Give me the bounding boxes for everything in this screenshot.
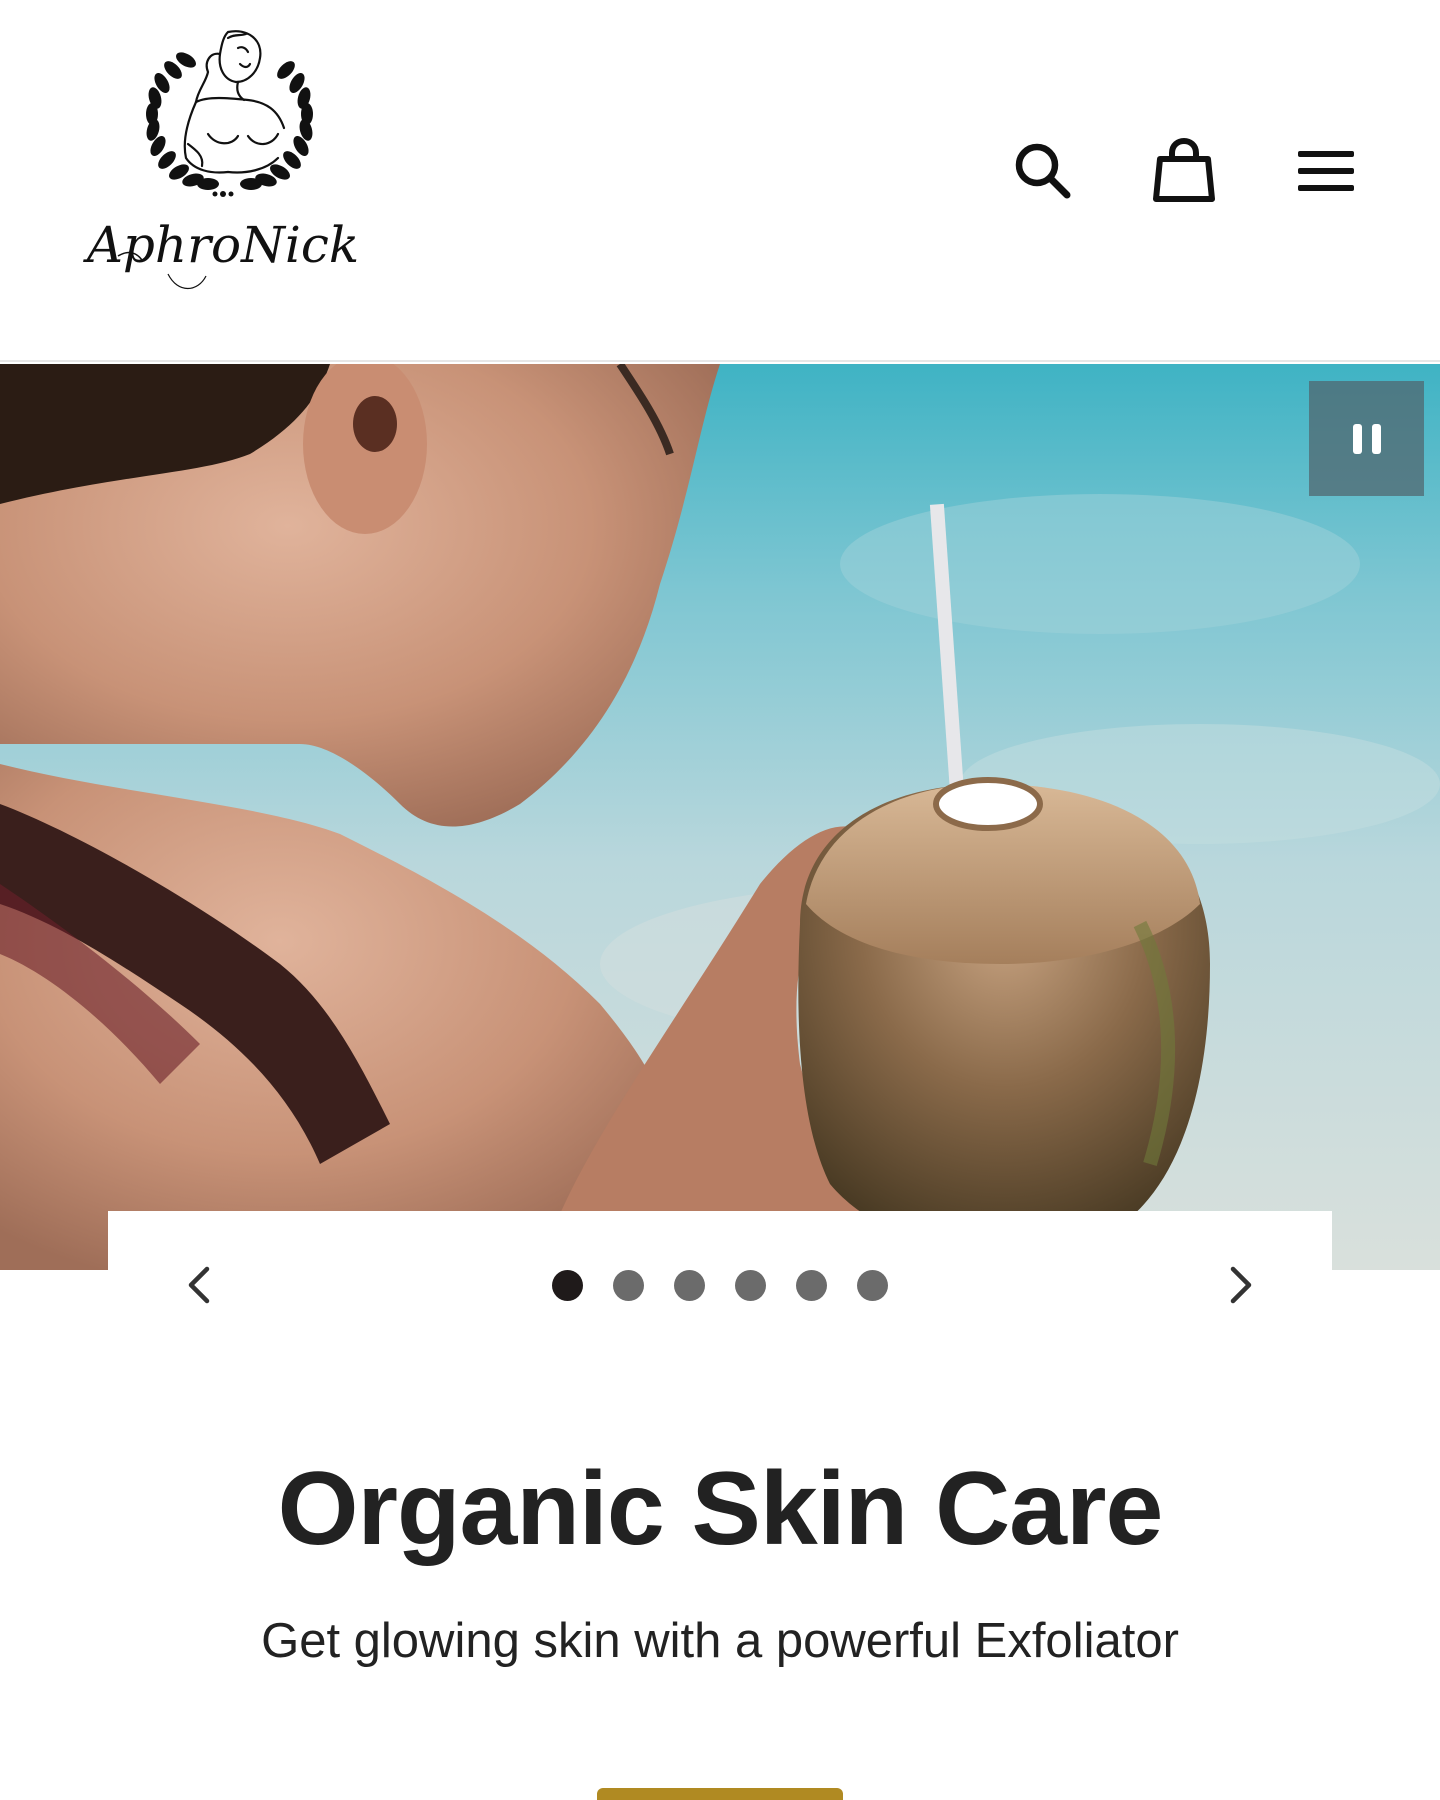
pause-icon-bar-left bbox=[1352, 423, 1362, 454]
slideshow-prev-button[interactable] bbox=[178, 1263, 222, 1307]
slideshow-pause-button[interactable] bbox=[1309, 381, 1424, 496]
pause-icon-bar-right bbox=[1371, 423, 1381, 454]
brand-logo[interactable]: AphroNick bbox=[78, 24, 368, 314]
hero-cta-button[interactable] bbox=[597, 1788, 843, 1800]
hero-slideshow bbox=[0, 364, 1440, 1270]
site-header: AphroNick bbox=[0, 0, 1440, 362]
menu-button[interactable] bbox=[1289, 134, 1363, 208]
hero-subtitle: Get glowing skin with a powerful Exfolia… bbox=[261, 1614, 1179, 1668]
slide-dot-5[interactable] bbox=[796, 1270, 827, 1301]
chevron-right-icon bbox=[1230, 1266, 1252, 1304]
slide-dot-1[interactable] bbox=[552, 1270, 583, 1301]
slideshow-pagination bbox=[552, 1270, 888, 1301]
hero-image bbox=[0, 364, 1440, 1270]
slideshow-controls bbox=[108, 1211, 1332, 1361]
chevron-left-icon bbox=[188, 1266, 210, 1304]
slideshow-next-button[interactable] bbox=[1218, 1263, 1262, 1307]
slide-dot-6[interactable] bbox=[857, 1270, 888, 1301]
slide-dot-3[interactable] bbox=[674, 1270, 705, 1301]
slide-dot-2[interactable] bbox=[613, 1270, 644, 1301]
logo-wordmark: AphroNick bbox=[83, 216, 359, 274]
search-button[interactable] bbox=[1006, 134, 1080, 208]
cart-button[interactable] bbox=[1147, 134, 1221, 208]
goddess-emblem-icon: AphroNick bbox=[83, 30, 359, 290]
search-icon bbox=[1015, 143, 1071, 199]
shopping-bag-icon bbox=[1153, 137, 1215, 202]
hamburger-menu-icon bbox=[1298, 151, 1354, 191]
hero-title: Organic Skin Care bbox=[277, 1451, 1164, 1567]
slide-dot-4[interactable] bbox=[735, 1270, 766, 1301]
